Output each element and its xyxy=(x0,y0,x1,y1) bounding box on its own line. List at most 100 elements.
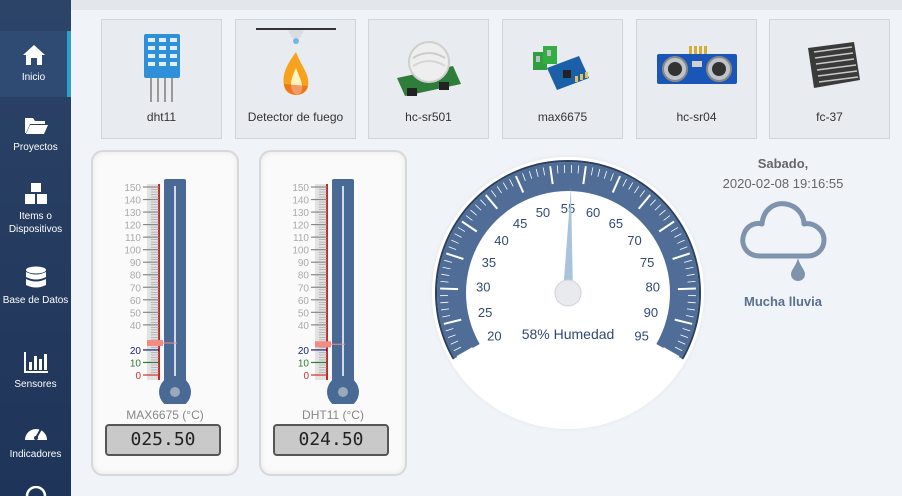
sidebar: Inicio Proyectos Items o Dispositivos Ba… xyxy=(0,0,71,496)
sidebar-item-label: Proyectos xyxy=(13,142,58,153)
thermometer-tick-label: 90 xyxy=(130,258,142,269)
folder-icon xyxy=(24,118,48,134)
thermometer-tick-label: 20 xyxy=(130,346,142,357)
sensor-label: Detector de fuego xyxy=(247,110,344,124)
fire-detector-icon xyxy=(256,28,336,95)
sensor-card-hc-sr501[interactable]: hc-sr501 xyxy=(368,19,489,139)
thermometer-tick-label: 110 xyxy=(293,233,309,244)
thermometer-tick-label: 120 xyxy=(292,221,309,232)
thermometer-tick-label: 80 xyxy=(130,271,142,282)
thermometer-name: MAX6675 (°C) xyxy=(126,408,204,422)
thermometer-tick-label: 150 xyxy=(292,183,309,194)
gauge-tick-label: 45 xyxy=(513,216,527,231)
sensor-label: hc-sr501 xyxy=(405,110,452,124)
sensor-label: fc-37 xyxy=(816,110,843,124)
thermometer-tick-label: 140 xyxy=(292,196,309,207)
sensor-card-detector-de-fuego[interactable]: Detector de fuego xyxy=(235,19,356,139)
thermometer-display: 025.50 xyxy=(105,424,221,456)
sidebar-item-proyectos[interactable]: Proyectos xyxy=(0,101,71,167)
weather-status: Mucha lluvia xyxy=(743,294,823,309)
thermometer: 15014013012011010090807060504020100 xyxy=(292,179,359,404)
thermometer: 15014013012011010090807060504020100 xyxy=(124,179,191,404)
weather-datetime: 2020-02-08 19:16:55 xyxy=(722,176,844,191)
thermometer-tick-label: 130 xyxy=(292,208,309,219)
gauge-tick-label: 60 xyxy=(586,205,600,220)
sensor-card-dht11[interactable]: dht11 xyxy=(101,19,222,139)
thermometer-tick-label: 40 xyxy=(298,321,310,332)
thermometer-tick-label: 70 xyxy=(298,283,310,294)
sensor-card-max6675[interactable]: max6675 xyxy=(502,19,623,139)
gauge-label: 58% Humedad xyxy=(522,326,615,342)
thermometer-tick-label: 100 xyxy=(292,246,309,257)
gauge-tick-label: 30 xyxy=(476,280,490,295)
gauge-tick-label: 35 xyxy=(482,255,496,270)
thermometer-panel-dht11: 150 140 130 120 110 100 90 80 70 60 50 40 20 10 0 DHT1… xyxy=(259,150,407,476)
gauge-tick-label: 20 xyxy=(487,329,501,344)
humidity-gauge: 20 25 30 35 40 45 50 55 60 65 70 75 80 90 95 58% Humeda… xyxy=(435,160,701,360)
thermometer-tick-label: 90 xyxy=(298,258,310,269)
thermometer-bulb-center xyxy=(338,387,348,397)
bar-chart-icon xyxy=(23,352,48,373)
sensor-label: hc-sr04 xyxy=(676,110,717,124)
thermometer-tick-label: 40 xyxy=(130,321,142,332)
thermometer-tick-label: 50 xyxy=(130,308,142,319)
thermometer-tick-label: 0 xyxy=(303,371,309,382)
sidebar-item-label: Inicio xyxy=(21,72,46,83)
thermometer-tick-label: 60 xyxy=(130,296,142,307)
gauge-tick-label: 55 xyxy=(561,201,575,216)
thermometer-bulb-center xyxy=(170,387,180,397)
cubes-icon xyxy=(24,183,47,204)
gauge-tick-label: 75 xyxy=(640,255,654,270)
thermometer-name: DHT11 (°C) xyxy=(302,408,364,422)
thermometer-tick-label: 120 xyxy=(124,221,141,232)
gauge-tick-label: 25 xyxy=(478,305,492,320)
dht11-sensor-icon xyxy=(144,34,180,102)
sidebar-item-indicadores[interactable]: Indicadores xyxy=(0,408,71,474)
thermocouple-module-icon xyxy=(533,46,589,90)
home-icon xyxy=(22,45,45,65)
sidebar-item-sensores[interactable]: Sensores xyxy=(0,338,71,404)
sidebar-item-inicio[interactable]: Inicio xyxy=(0,31,71,97)
gauge-tick-label: 65 xyxy=(609,216,623,231)
sidebar-item-base-de-datos[interactable]: Base de Datos xyxy=(0,254,71,320)
thermometer-tick-label: 20 xyxy=(298,346,310,357)
database-icon xyxy=(25,266,46,288)
thermometer-tick-label: 110 xyxy=(125,233,141,244)
sidebar-item-label: Base de Datos xyxy=(2,295,69,306)
thermometer-tick-label: 10 xyxy=(298,358,310,369)
gauge-tick-label: 70 xyxy=(627,233,641,248)
gauge-tick xyxy=(677,287,696,291)
thermometer-tick-label: 100 xyxy=(124,246,141,257)
top-bar xyxy=(71,0,902,10)
ultrasonic-sensor-icon xyxy=(657,46,737,84)
sidebar-item-label: Items o Dispositivos xyxy=(8,211,63,235)
gauge-tick-label: 95 xyxy=(634,329,648,344)
dashboard-icon xyxy=(24,428,47,440)
thermometer-tick-label: 0 xyxy=(135,371,141,382)
gauge-tick-label: 40 xyxy=(494,233,508,248)
thermometer-tick-label: 140 xyxy=(124,196,141,207)
gauge-tick-label: 90 xyxy=(644,305,658,320)
thermometer-tick-label: 80 xyxy=(298,271,310,282)
gauge-tick xyxy=(440,287,459,291)
gauge-tick-label: 50 xyxy=(536,205,550,220)
sensor-card-hc-sr04[interactable]: hc-sr04 xyxy=(636,19,757,139)
sensor-card-fc-37[interactable]: fc-37 xyxy=(769,19,890,139)
thermometer-display: 024.50 xyxy=(273,424,389,456)
gauge-tick-label: 80 xyxy=(646,280,660,295)
thermometer-tick-label: 10 xyxy=(130,358,142,369)
sidebar-item-dispositivos[interactable]: Items o Dispositivos xyxy=(0,170,71,236)
gauge-hub xyxy=(554,279,582,307)
rain-sensor-icon xyxy=(808,42,860,88)
sensor-label: dht11 xyxy=(146,110,177,124)
sidebar-item-label: Sensores xyxy=(14,379,57,390)
next-item-icon xyxy=(25,486,47,496)
weather-day: Sabado, xyxy=(757,156,809,171)
thermometer-tick-label: 150 xyxy=(124,183,141,194)
thermometer-tick-label: 60 xyxy=(298,296,310,307)
pir-sensor-icon xyxy=(397,41,461,96)
thermometer-tick-label: 70 xyxy=(130,283,142,294)
sensor-label: max6675 xyxy=(537,110,588,124)
thermometer-tick-label: 50 xyxy=(298,308,310,319)
rain-cloud-icon xyxy=(740,201,827,281)
